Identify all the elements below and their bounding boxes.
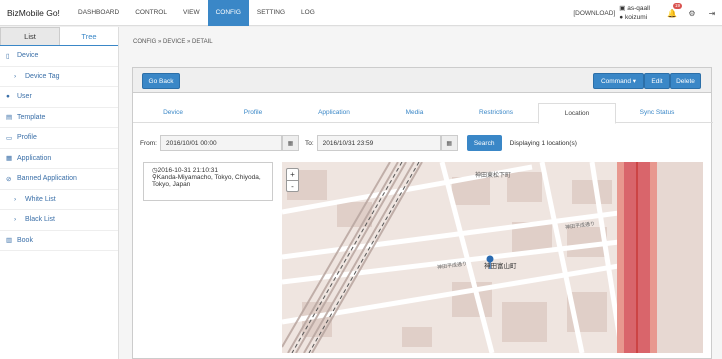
notification-badge: 19 — [673, 2, 683, 9]
sidebar-item-template[interactable]: ▤ Template — [0, 108, 118, 128]
to-label: To: — [304, 139, 314, 147]
document-icon: ▭ — [6, 134, 13, 142]
mobile-icon: ▯ — [6, 52, 10, 60]
chevron-right-icon: › — [14, 195, 17, 203]
calendar-icon[interactable]: ▦ — [440, 135, 458, 151]
from-label: From: — [140, 139, 157, 147]
sidebar-item-profile[interactable]: ▭ Profile — [0, 128, 118, 149]
map-zoom-control[interactable]: + - — [286, 168, 299, 192]
sidebar-item-label: Black List — [25, 216, 55, 224]
sidebar-item-device[interactable]: ▯ Device — [0, 46, 118, 67]
marker-label: 神田富山町 — [484, 263, 517, 270]
tab-device[interactable]: Device — [133, 103, 213, 122]
user-icon: ● — [6, 93, 10, 101]
chevron-right-icon: › — [14, 216, 17, 224]
sidebar-item-black-list[interactable]: › Black List — [0, 210, 118, 231]
tab-location[interactable]: Location — [538, 103, 616, 124]
sidebar: List Tree ▯ Device › Device Tag ● User ▤ Tem… — [0, 27, 119, 359]
app-title[interactable]: BizMobile Go! — [0, 8, 70, 18]
nav-view[interactable]: VIEW — [175, 0, 208, 26]
zoom-out-button[interactable]: - — [287, 181, 298, 192]
location-map[interactable]: 神田富山町 神田東松下町 神田平成通り 神田平成通り + - — [282, 162, 703, 353]
nav-setting[interactable]: SETTING — [249, 0, 293, 26]
book-icon: ▥ — [6, 237, 13, 245]
to-date-input[interactable]: 2016/10/31 23:59 — [316, 135, 441, 151]
sidebar-item-label: White List — [25, 195, 56, 203]
sidebar-item-label: User — [17, 93, 32, 101]
tab-profile[interactable]: Profile — [213, 103, 293, 122]
zoom-in-button[interactable]: + — [287, 169, 298, 181]
sidebar-item-banned-application[interactable]: ⊘ Banned Application — [0, 169, 118, 190]
logout-icon[interactable]: ⇥ — [702, 9, 722, 18]
location-datetime: 2016-10-31 21:10:31 — [157, 167, 219, 174]
search-button[interactable]: Search — [466, 135, 502, 151]
sidebar-item-label: Profile — [17, 134, 37, 142]
go-back-button[interactable]: Go Back — [142, 73, 180, 89]
user-info[interactable]: ▣ as-qaall ● koizumi — [619, 4, 650, 22]
user-icon: ● — [619, 14, 624, 21]
delete-button[interactable]: Delete — [670, 73, 701, 89]
file-icon: ▤ — [6, 114, 13, 122]
button-bar: Go Back Command ▾ Edit Delete — [133, 68, 711, 93]
main-content: CONFIG » DEVICE » DETAIL Go Back Command… — [119, 27, 722, 359]
grid-icon: ▦ — [6, 155, 13, 163]
tab-media[interactable]: Media — [375, 103, 454, 122]
command-button[interactable]: Command ▾ — [593, 73, 644, 89]
sidebar-item-label: Device Tag — [25, 72, 60, 80]
tab-sync-status[interactable]: Sync Status — [616, 103, 698, 122]
nav-log[interactable]: LOG — [293, 0, 323, 26]
tab-tree[interactable]: Tree — [60, 27, 118, 45]
tab-list[interactable]: List — [0, 27, 60, 45]
detail-tabs: Device Profile Application Media Restric… — [133, 103, 713, 124]
sidebar-item-user[interactable]: ● User — [0, 87, 118, 108]
chevron-right-icon: › — [14, 72, 17, 80]
sidebar-item-white-list[interactable]: › White List — [0, 190, 118, 210]
sidebar-item-label: Template — [17, 113, 46, 121]
user-line1: as-qaall — [627, 5, 650, 12]
sidebar-item-application[interactable]: ▦ Application — [0, 149, 118, 169]
user-line2: koizumi — [625, 14, 648, 21]
tab-restrictions[interactable]: Restrictions — [454, 103, 538, 122]
bell-icon[interactable]: 🔔 19 — [662, 2, 683, 18]
sidebar-item-book[interactable]: ▥ Book — [0, 231, 118, 251]
edit-button[interactable]: Edit — [644, 73, 670, 89]
calendar-icon[interactable]: ▦ — [281, 135, 299, 151]
sidebar-item-label: Device — [17, 52, 39, 60]
top-navbar: BizMobile Go! DASHBOARD CONTROL VIEW CON… — [0, 0, 722, 26]
location-address: Kanda-Miyamacho, Tokyo, Chiyoda, Tokyo, … — [152, 174, 261, 188]
download-link[interactable]: [DOWNLOAD] — [573, 10, 615, 17]
nav-control[interactable]: CONTROL — [127, 0, 175, 26]
location-entry[interactable]: ◷2016-10-31 21:10:31 ⚲Kanda-Miyamacho, T… — [143, 162, 273, 201]
map-label: 神田東松下町 — [475, 173, 512, 179]
sidebar-item-device-tag[interactable]: › Device Tag — [0, 67, 118, 87]
from-date-input[interactable]: 2016/10/01 00:00 — [159, 135, 282, 151]
user-group-icon: ▣ — [619, 5, 626, 12]
sidebar-item-label: Book — [17, 236, 33, 244]
tab-application[interactable]: Application — [293, 103, 375, 122]
map-canvas[interactable] — [282, 162, 703, 353]
detail-panel: Go Back Command ▾ Edit Delete Device Pro… — [132, 67, 713, 359]
sidebar-item-label: Banned Application — [17, 175, 77, 183]
breadcrumb: CONFIG » DEVICE » DETAIL — [133, 39, 213, 45]
location-count: Displaying 1 location(s) — [509, 139, 577, 147]
sidebar-item-label: Application — [17, 154, 52, 162]
date-filter: From: 2016/10/01 00:00 ▦ To: 2016/10/31 … — [140, 135, 577, 151]
nav-config[interactable]: CONFIG — [207, 0, 249, 26]
gear-icon[interactable]: ⚙ — [682, 9, 702, 18]
ban-icon: ⊘ — [6, 175, 12, 183]
nav-dashboard[interactable]: DASHBOARD — [70, 0, 127, 26]
